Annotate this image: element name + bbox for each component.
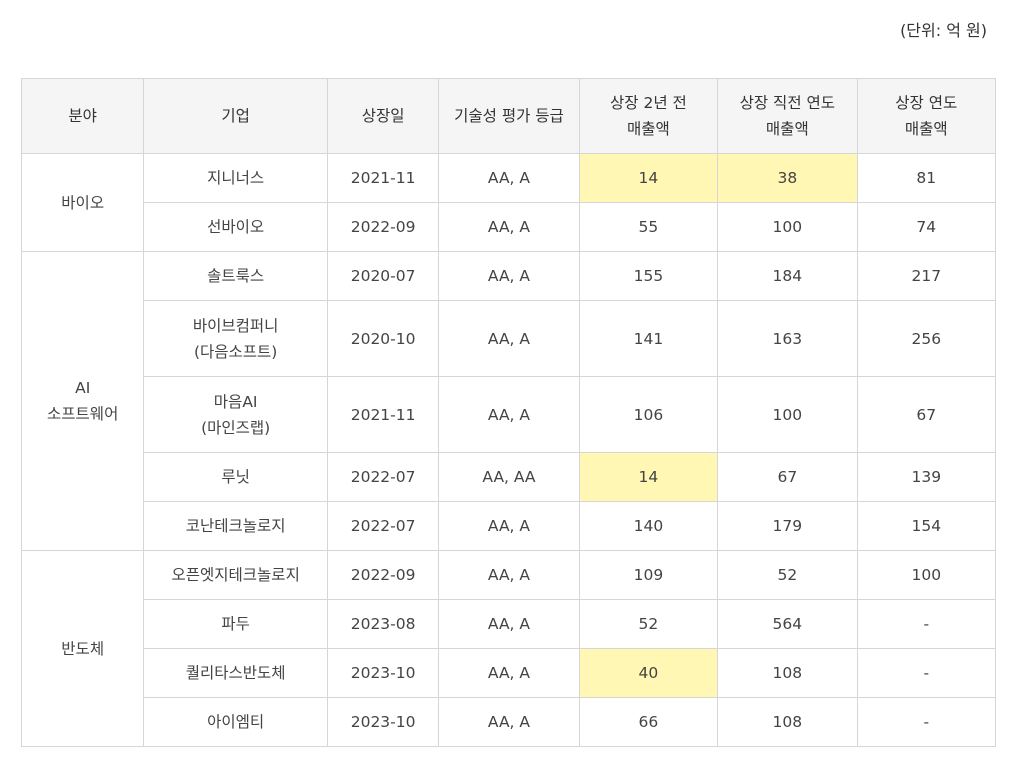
field-cell: 바이오: [20, 153, 145, 252]
revenue-2y-before-cell: 141: [578, 300, 719, 377]
header-revenue-listing-year: 상장 연도 매출액: [856, 78, 997, 154]
listing-date-cell: 2023-10: [326, 648, 440, 698]
revenue-listing-year-cell: 74: [856, 202, 997, 252]
listing-date-cell: 2020-10: [326, 300, 440, 377]
header-revenue-2y-before: 상장 2년 전 매출액: [578, 78, 719, 154]
revenue-year-before-cell: 184: [717, 251, 858, 301]
table-row: 파두 2023-08 AA, A 52 564-: [22, 599, 997, 649]
tech-grade-cell: AA, A: [438, 550, 580, 600]
header-revenue-year-before: 상장 직전 연도 매출액: [717, 78, 858, 154]
header-field: 분야: [20, 78, 145, 154]
table-row: 선바이오 2022-09 AA, A 55 100 74: [22, 202, 997, 252]
ipo-revenue-table: 분야 기업 상장일 기술성 평가 등급 상장 2년 전 매출액 상장 직전 연도…: [20, 78, 997, 747]
revenue-listing-year-cell: 217: [856, 251, 997, 301]
company-cell: 코난테크놀로지: [143, 501, 328, 551]
tech-grade-cell: AA, A: [438, 376, 580, 453]
revenue-year-before-cell: 100: [717, 376, 858, 453]
table-row: 마음AI (마인즈랩) 2021-11 AA, A 106 100 67: [22, 376, 997, 453]
revenue-year-before-cell: 52: [717, 550, 858, 600]
company-cell: 선바이오: [143, 202, 328, 252]
revenue-year-before-cell: 67: [717, 452, 858, 502]
revenue-listing-year-cell: 154: [856, 501, 997, 551]
tech-grade-cell: AA, A: [438, 648, 580, 698]
tech-grade-cell: AA, A: [438, 202, 580, 252]
revenue-2y-before-cell: 140: [578, 501, 719, 551]
revenue-2y-before-cell: 55: [578, 202, 719, 252]
company-cell: 오픈엣지테크놀로지: [143, 550, 328, 600]
table-row: 퀄리타스반도체 2023-10 AA, A 40 108-: [22, 648, 997, 698]
field-cell: 반도체: [20, 550, 145, 747]
header-listing-date: 상장일: [326, 78, 440, 154]
table-header: 분야 기업 상장일 기술성 평가 등급 상장 2년 전 매출액 상장 직전 연도…: [20, 78, 997, 154]
table-row: 루닛 2022-07 AA, AA 14 67 139: [22, 452, 997, 502]
tech-grade-cell: AA, A: [438, 251, 580, 301]
revenue-listing-year-cell: 139: [856, 452, 997, 502]
revenue-year-before-cell: 38: [717, 153, 858, 203]
tech-grade-cell: AA, A: [438, 599, 580, 649]
unit-note: (단위: 억 원): [900, 21, 987, 40]
company-cell: 파두: [143, 599, 328, 649]
company-cell: 퀄리타스반도체: [143, 648, 328, 698]
table-row: 반도체 오픈엣지테크놀로지 2022-09 AA, A 109 52 100: [20, 550, 997, 747]
revenue-listing-year-cell: -: [856, 599, 997, 649]
listing-date-cell: 2022-07: [326, 501, 440, 551]
table-row: 코난테크놀로지 2022-07 AA, A 140 179 154: [22, 501, 997, 551]
tech-grade-cell: AA, A: [438, 697, 580, 747]
listing-date-cell: 2022-09: [326, 202, 440, 252]
tech-grade-cell: AA, A: [438, 300, 580, 377]
listing-date-cell: 2020-07: [326, 251, 440, 301]
revenue-year-before-cell: 163: [717, 300, 858, 377]
revenue-listing-year-cell: -: [856, 697, 997, 747]
tech-grade-cell: AA, AA: [438, 452, 580, 502]
revenue-listing-year-cell: 256: [856, 300, 997, 377]
table-row: 바이브컴퍼니 (다음소프트) 2020-10 AA, A 141 163 256: [22, 300, 997, 377]
table-row: AI 소프트웨어 솔트룩스 2020-07 AA, A 155 184 217: [20, 251, 997, 551]
revenue-year-before-cell: 564: [717, 599, 858, 649]
listing-date-cell: 2023-10: [326, 697, 440, 747]
revenue-2y-before-cell: 109: [578, 550, 719, 600]
company-cell: 루닛: [143, 452, 328, 502]
revenue-2y-before-cell: 66: [578, 697, 719, 747]
header-row: 분야 기업 상장일 기술성 평가 등급 상장 2년 전 매출액 상장 직전 연도…: [20, 78, 997, 154]
listing-date-cell: 2021-11: [326, 153, 440, 203]
revenue-listing-year-cell: 67: [856, 376, 997, 453]
revenue-2y-before-cell: 155: [578, 251, 719, 301]
listing-date-cell: 2022-09: [326, 550, 440, 600]
revenue-2y-before-cell: 14: [578, 452, 719, 502]
header-tech-grade: 기술성 평가 등급: [438, 78, 580, 154]
revenue-2y-before-cell: 52: [578, 599, 719, 649]
revenue-listing-year-cell: 100: [856, 550, 997, 600]
listing-date-cell: 2023-08: [326, 599, 440, 649]
revenue-year-before-cell: 108: [717, 648, 858, 698]
listing-date-cell: 2022-07: [326, 452, 440, 502]
revenue-listing-year-cell: -: [856, 648, 997, 698]
revenue-2y-before-cell: 106: [578, 376, 719, 453]
tech-grade-cell: AA, A: [438, 153, 580, 203]
field-cell: AI 소프트웨어: [20, 251, 145, 551]
revenue-2y-before-cell: 14: [578, 153, 719, 203]
listing-date-cell: 2021-11: [326, 376, 440, 453]
revenue-year-before-cell: 179: [717, 501, 858, 551]
company-cell: 지니너스: [143, 153, 328, 203]
header-company: 기업: [143, 78, 328, 154]
table-row: 바이오 지니너스 2021-11 AA, A 14 38 81: [20, 153, 997, 252]
company-cell: 마음AI (마인즈랩): [143, 376, 328, 453]
revenue-2y-before-cell: 40: [578, 648, 719, 698]
company-cell: 아이엠티: [143, 697, 328, 747]
tech-grade-cell: AA, A: [438, 501, 580, 551]
company-cell: 솔트룩스: [143, 251, 328, 301]
company-cell: 바이브컴퍼니 (다음소프트): [143, 300, 328, 377]
revenue-year-before-cell: 100: [717, 202, 858, 252]
table-body: 바이오 지니너스 2021-11 AA, A 14 38 81 선바이오 2022-09 AA, …: [20, 153, 997, 747]
revenue-year-before-cell: 108: [717, 697, 858, 747]
table-row: 아이엠티 2023-10 AA, A 66 108-: [22, 697, 997, 747]
revenue-listing-year-cell: 81: [856, 153, 997, 203]
